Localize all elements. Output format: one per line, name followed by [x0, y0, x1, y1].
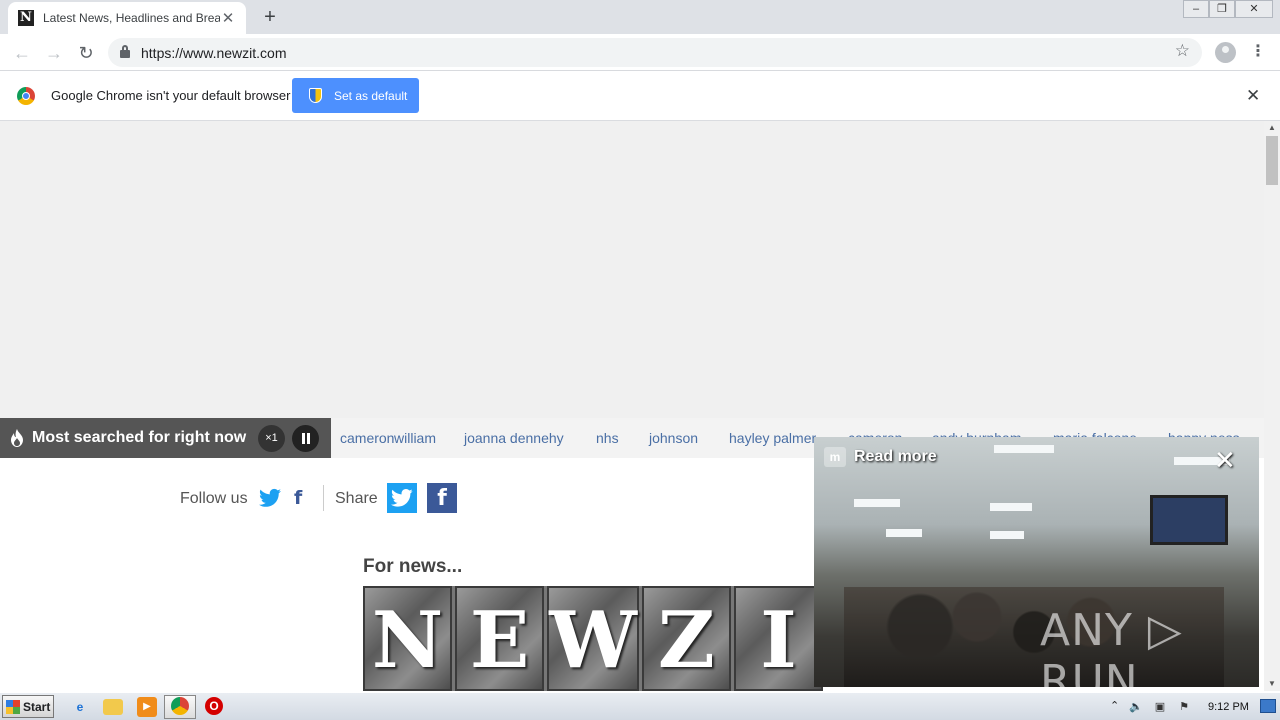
read-more-label: Read more: [854, 448, 937, 465]
flame-icon: [11, 429, 23, 447]
minimize-button[interactable]: –: [1183, 0, 1209, 18]
twitter-bird-icon: [391, 489, 413, 507]
tab-strip: N Latest News, Headlines and Breaking Ne…: [0, 0, 1280, 34]
window-close-button[interactable]: ✕: [1235, 0, 1273, 18]
video-close-icon[interactable]: ✕: [1214, 445, 1236, 476]
anyrun-watermark: ANY ▷ RUN: [1040, 605, 1183, 687]
video-scene-detail: [886, 529, 922, 537]
trend-link[interactable]: nhs: [596, 430, 619, 446]
video-scene-detail: [990, 503, 1032, 511]
facebook-follow-icon[interactable]: f: [294, 487, 302, 509]
windows-flag-icon: [6, 699, 20, 714]
ad-placeholder: [0, 121, 1264, 418]
set-as-default-label: Set as default: [334, 88, 408, 103]
video-scene-detail: [994, 445, 1054, 453]
logo-letter: N: [363, 586, 453, 691]
default-browser-infobar: Google Chrome isn't your default browser…: [0, 71, 1280, 121]
taskbar-clock[interactable]: 9:12 PM: [1208, 701, 1249, 713]
page-scrollbar[interactable]: ▲ ▼: [1264, 121, 1280, 691]
shield-icon: [309, 88, 322, 103]
tab-newzit[interactable]: N Latest News, Headlines and Breaking Ne…: [8, 2, 246, 34]
network-icon[interactable]: ▣: [1153, 700, 1167, 714]
windows-taskbar: Start e ▶ O ⌃ 🔈 ▣ ⚑ 9:12 PM: [0, 692, 1280, 720]
logo-letter: W: [547, 586, 639, 691]
media-player-icon[interactable]: ▶: [137, 697, 157, 717]
lock-icon: [120, 45, 130, 58]
scroll-down-arrow-icon[interactable]: ▼: [1264, 677, 1280, 691]
show-desktop-button[interactable]: [1260, 699, 1276, 713]
set-as-default-button[interactable]: Set as default: [292, 78, 419, 113]
most-searched-header: Most searched for right now ×1: [0, 418, 331, 458]
facebook-share-button[interactable]: f: [427, 483, 457, 513]
speed-button[interactable]: ×1: [258, 425, 285, 452]
trend-link[interactable]: hayley palmer: [729, 430, 816, 446]
video-scene-detail: [854, 499, 900, 507]
twitter-follow-icon[interactable]: [259, 488, 281, 508]
profile-avatar-icon[interactable]: [1215, 42, 1236, 63]
newzit-favicon-icon: N: [18, 10, 34, 26]
newzit-logo-banner[interactable]: N E W Z I: [363, 586, 823, 691]
video-scene-detail: [1150, 495, 1228, 545]
start-label: Start: [23, 699, 51, 714]
video-scene-detail: [990, 531, 1024, 539]
logo-letter: E: [455, 586, 545, 691]
trend-link[interactable]: joanna dennehy: [464, 430, 564, 446]
menu-dots-icon[interactable]: ⋮: [1250, 41, 1266, 63]
chrome-taskbar-button[interactable]: [164, 695, 196, 719]
tab-close-icon[interactable]: ✕: [220, 9, 236, 27]
back-arrow-icon[interactable]: ←: [10, 41, 34, 65]
trend-link[interactable]: william: [394, 430, 436, 446]
start-button[interactable]: Start: [2, 695, 54, 718]
for-news-heading: For news...: [363, 556, 463, 577]
pause-button[interactable]: [292, 425, 319, 452]
scroll-thumb[interactable]: [1266, 136, 1278, 185]
most-searched-label: Most searched for right now: [32, 429, 247, 446]
infobar-close-icon[interactable]: ✕: [1246, 86, 1260, 106]
tab-title: Latest News, Headlines and Breaking News: [43, 11, 220, 25]
opera-icon[interactable]: O: [205, 697, 223, 715]
tray-expand-icon[interactable]: ⌃: [1110, 699, 1119, 712]
floating-video-player[interactable]: m Read more ✕ ANY ▷ RUN: [814, 437, 1259, 687]
read-more-link[interactable]: m Read more: [824, 447, 937, 467]
browser-toolbar: ← → ↻ https://www.newzit.com ☆ ⋮: [0, 34, 1280, 71]
bookmark-star-icon[interactable]: ☆: [1175, 41, 1190, 61]
social-divider: [323, 485, 324, 511]
volume-icon[interactable]: 🔈: [1129, 700, 1143, 714]
logo-letter: Z: [641, 586, 731, 691]
forward-arrow-icon[interactable]: →: [42, 41, 66, 65]
action-center-flag-icon[interactable]: ⚑: [1177, 700, 1191, 714]
address-bar[interactable]: https://www.newzit.com ☆: [108, 38, 1202, 67]
infobar-message: Google Chrome isn't your default browser: [51, 88, 291, 103]
share-label: Share: [335, 490, 378, 507]
newzit-m-icon: m: [824, 447, 846, 467]
twitter-share-button[interactable]: [387, 483, 417, 513]
logo-letter: I: [733, 586, 823, 691]
new-tab-button[interactable]: +: [258, 6, 282, 28]
scroll-up-arrow-icon[interactable]: ▲: [1264, 121, 1280, 135]
url-text: https://www.newzit.com: [141, 44, 287, 61]
follow-us-label: Follow us: [180, 490, 248, 507]
chrome-logo-icon: [17, 87, 35, 105]
trend-link[interactable]: cameron: [340, 430, 394, 446]
restore-button[interactable]: ❐: [1209, 0, 1235, 18]
file-explorer-icon[interactable]: [103, 699, 123, 715]
trend-link[interactable]: johnson: [649, 430, 698, 446]
chrome-icon: [171, 697, 189, 715]
internet-explorer-icon[interactable]: e: [70, 697, 90, 717]
reload-icon[interactable]: ↻: [74, 41, 98, 65]
